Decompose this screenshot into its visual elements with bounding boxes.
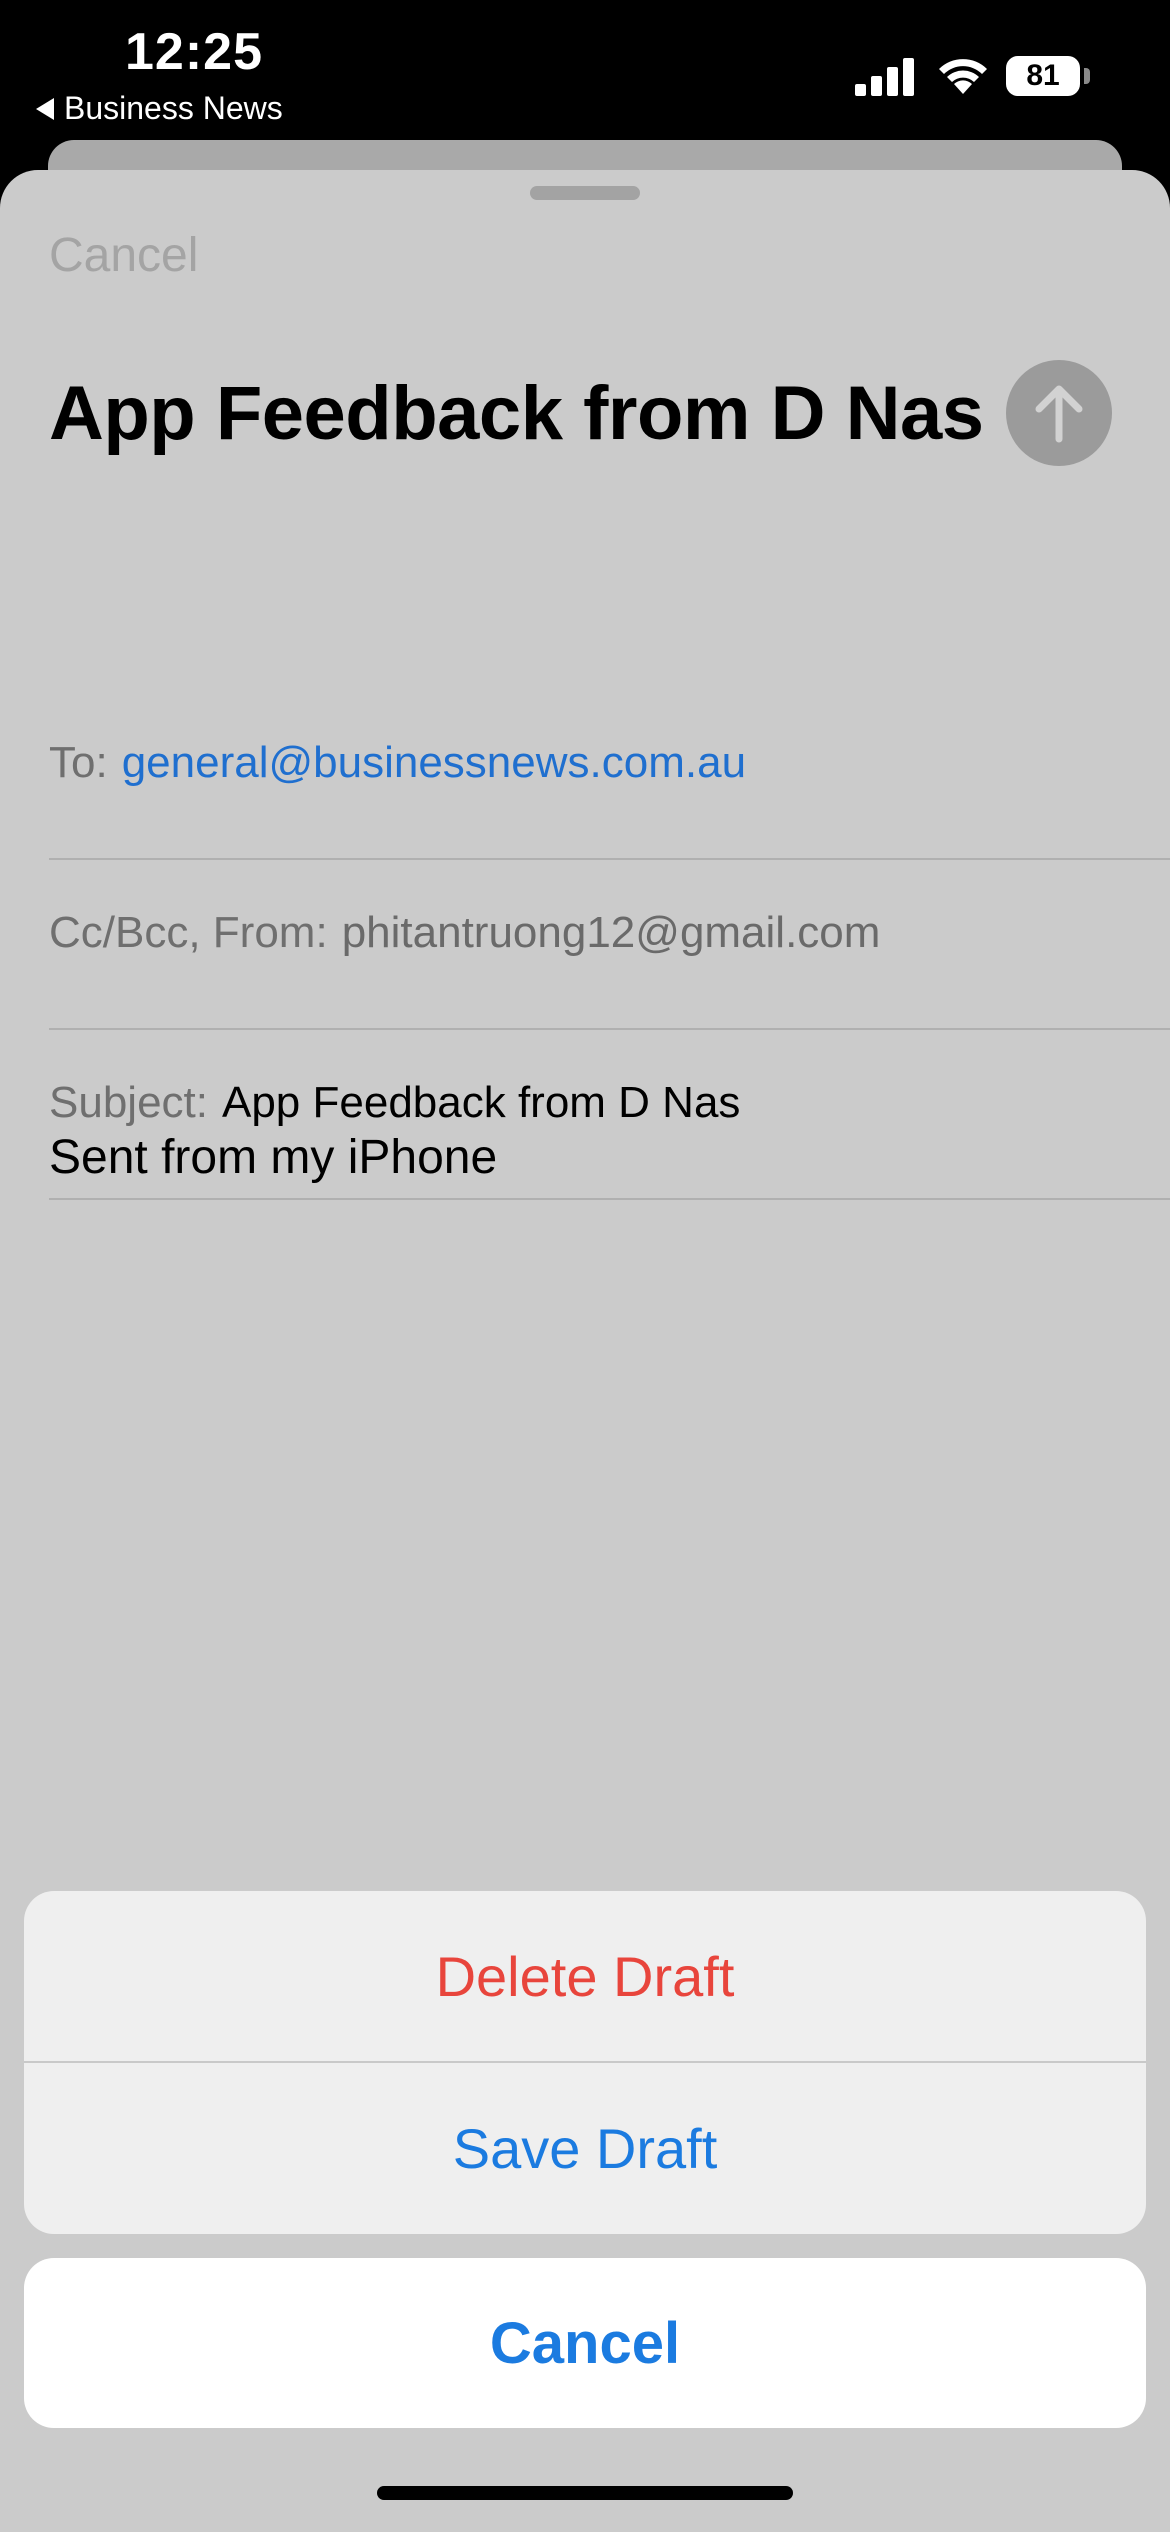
battery-nub bbox=[1084, 68, 1090, 84]
sheet-grabber[interactable] bbox=[530, 186, 640, 200]
action-sheet-group: Delete Draft Save Draft bbox=[24, 1891, 1146, 2234]
divider bbox=[49, 1198, 1170, 1200]
send-arrow-icon bbox=[1035, 385, 1083, 443]
to-recipient[interactable]: general@businessnews.com.au bbox=[122, 738, 746, 787]
cc-bcc-from-field[interactable]: Cc/Bcc, From: phitantruong12@gmail.com bbox=[49, 860, 1170, 1030]
cc-bcc-from-label: Cc/Bcc, From: bbox=[49, 908, 328, 957]
save-draft-button[interactable]: Save Draft bbox=[24, 2063, 1146, 2233]
message-body[interactable]: Sent from my iPhone bbox=[49, 1130, 497, 1185]
status-time: 12:25 bbox=[125, 23, 263, 81]
signal-icon bbox=[855, 58, 914, 96]
compose-title: App Feedback from D Nas bbox=[49, 371, 984, 456]
send-button[interactable] bbox=[1006, 360, 1112, 466]
subject-label: Subject: bbox=[49, 1078, 208, 1127]
subject-input[interactable]: App Feedback from D Nas bbox=[222, 1078, 740, 1127]
from-address[interactable]: phitantruong12@gmail.com bbox=[342, 908, 881, 957]
compose-cancel-button[interactable]: Cancel bbox=[49, 228, 198, 283]
back-app-label: Business News bbox=[64, 90, 283, 126]
battery-level: 81 bbox=[1026, 59, 1060, 92]
to-field[interactable]: To: general@businessnews.com.au bbox=[49, 690, 1170, 860]
wifi-icon bbox=[939, 59, 987, 94]
battery-icon: 81 bbox=[1006, 56, 1080, 96]
home-indicator[interactable] bbox=[377, 2486, 793, 2500]
delete-draft-button[interactable]: Delete Draft bbox=[24, 1891, 1146, 2061]
back-to-app-link[interactable]: Business News bbox=[36, 90, 283, 127]
back-triangle-icon bbox=[36, 97, 54, 120]
to-label: To: bbox=[49, 738, 108, 787]
status-bar: 12:25 Business News 81 bbox=[0, 0, 1170, 140]
action-sheet-cancel-button[interactable]: Cancel bbox=[24, 2258, 1146, 2428]
